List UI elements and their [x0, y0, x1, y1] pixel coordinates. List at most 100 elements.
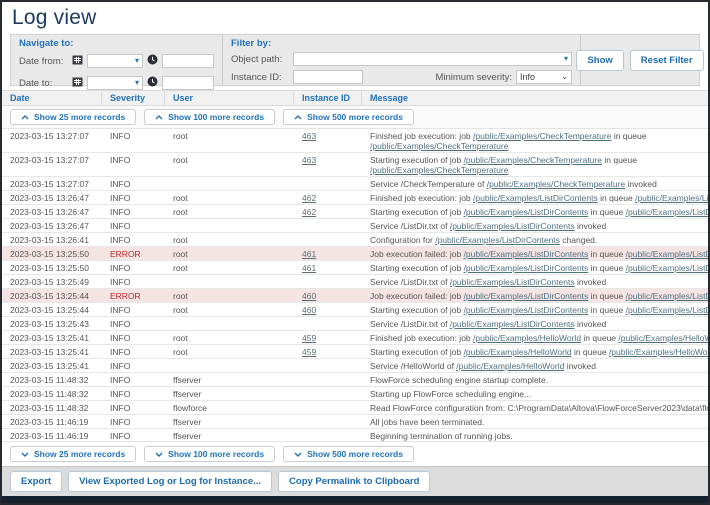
date-to-select[interactable]: ▾ — [87, 76, 144, 90]
log-instance-cell — [294, 401, 362, 414]
instance-id-link[interactable]: 461 — [302, 263, 316, 273]
object-path-link[interactable]: /public/Examples/ListDirContents — [626, 291, 708, 301]
log-user-cell: root — [165, 129, 294, 152]
show-25-more-label: Show 25 more records — [34, 112, 125, 122]
log-severity-cell: INFO — [102, 261, 165, 274]
log-user-cell: root — [165, 261, 294, 274]
reset-filter-button[interactable]: Reset Filter — [630, 50, 704, 71]
log-message-cell: Service /CheckTemperature of /public/Exa… — [362, 177, 708, 190]
date-to-time-input[interactable] — [162, 76, 214, 90]
min-severity-label: Minimum severity: — [435, 72, 512, 83]
log-severity-cell: INFO — [102, 191, 165, 204]
show-25-more-button[interactable]: Show 25 more records — [10, 109, 136, 125]
log-user-cell — [165, 359, 294, 372]
clock-icon[interactable] — [147, 52, 158, 70]
object-path-link[interactable]: /public/Examples/ListDirContents — [450, 221, 575, 231]
instance-id-link[interactable]: 462 — [302, 193, 316, 203]
log-instance-cell — [294, 233, 362, 246]
object-path-link[interactable]: /public/Examples/HelloWorld — [618, 333, 708, 343]
export-button[interactable]: Export — [10, 471, 62, 492]
copy-permalink-button[interactable]: Copy Permalink to Clipboard — [278, 471, 430, 492]
instance-id-link[interactable]: 460 — [302, 305, 316, 315]
message-text: invoked — [575, 221, 607, 231]
instance-id-link[interactable]: 462 — [302, 207, 316, 217]
object-path-link[interactable]: /public/Examples/CheckTemperature — [473, 131, 611, 141]
calendar-icon[interactable] — [72, 52, 83, 70]
column-header-date[interactable]: Date — [2, 91, 102, 105]
show-25-more-button[interactable]: Show 25 more records — [10, 446, 136, 462]
show-100-more-label: Show 100 more records — [168, 112, 264, 122]
message-text: Finished job execution: job — [370, 333, 473, 343]
log-severity-cell: INFO — [102, 387, 165, 400]
log-severity-cell: ERROR — [102, 289, 165, 302]
log-table-row: 2023-03-15 13:25:41INFOroot459Finished j… — [2, 331, 708, 345]
object-path-link[interactable]: /public/Examples/HelloWorld — [473, 333, 581, 343]
footer-toolbar: Export View Exported Log or Log for Inst… — [2, 466, 708, 496]
column-header-instance-id[interactable]: Instance ID — [294, 91, 362, 105]
object-path-input[interactable]: ▾ — [293, 52, 572, 66]
instance-id-link[interactable]: 459 — [302, 333, 316, 343]
object-path-link[interactable]: /public/Examples/ListDirContents — [435, 235, 560, 245]
instance-id-link[interactable]: 459 — [302, 347, 316, 357]
instance-id-link[interactable]: 463 — [302, 155, 316, 165]
log-severity-cell: INFO — [102, 415, 165, 428]
object-path-link[interactable]: /public/Examples/CheckTemperature — [370, 165, 508, 175]
instance-id-link[interactable]: 460 — [302, 291, 316, 301]
object-path-link[interactable]: /public/Examples/ListDirContents — [473, 193, 598, 203]
instance-id-link[interactable]: 461 — [302, 249, 316, 259]
column-header-message[interactable]: Message — [362, 91, 708, 105]
log-date-cell: 2023-03-15 11:48:32 — [2, 373, 102, 386]
log-date-cell: 2023-03-15 13:26:47 — [2, 219, 102, 232]
object-path-link[interactable]: /public/Examples/ListDirContents — [626, 207, 708, 217]
object-path-link[interactable]: /public/Examples/CheckTemperature — [370, 141, 508, 151]
column-header-user[interactable]: User — [165, 91, 294, 105]
date-from-select[interactable]: ▾ — [87, 54, 144, 68]
min-severity-select[interactable]: Info⌄ — [516, 70, 572, 84]
date-from-time-input[interactable] — [162, 54, 214, 68]
message-text: All jobs have been terminated. — [370, 417, 484, 427]
show-button[interactable]: Show — [576, 50, 623, 71]
log-date-cell: 2023-03-15 11:46:19 — [2, 415, 102, 428]
message-text: Read FlowForce configuration from: C:\Pr… — [370, 403, 708, 413]
object-path-link[interactable]: /public/Examples/ListDirContents — [464, 249, 589, 259]
log-table-row: 2023-03-15 11:46:19INFOffserverBeginning… — [2, 429, 708, 441]
show-500-more-button[interactable]: Show 500 more records — [283, 109, 414, 125]
page-title: Log view — [12, 6, 698, 30]
message-text: in queue — [588, 249, 625, 259]
object-path-link[interactable]: /public/Examples/ListDirContents — [450, 319, 575, 329]
log-severity-cell: INFO — [102, 153, 165, 176]
object-path-link[interactable]: /public/Examples/ListDirContents — [464, 207, 589, 217]
show-100-more-button[interactable]: Show 100 more records — [144, 446, 275, 462]
message-text: Service /ListDir.txt of — [370, 277, 450, 287]
object-path-link[interactable]: /public/Examples/HelloWorld — [464, 347, 572, 357]
bottom-status-strip — [2, 496, 708, 503]
log-message-cell: Configuration for /public/Examples/ListD… — [362, 233, 708, 246]
object-path-link[interactable]: /public/Examples/ListDirContents — [626, 305, 708, 315]
date-from-label: Date from: — [19, 56, 68, 67]
object-path-link[interactable]: /public/Examples/ListDirContents — [450, 277, 575, 287]
message-text: Service /HelloWorld of — [370, 361, 456, 371]
object-path-link[interactable]: /public/Examples/ListDirContents — [464, 263, 589, 273]
log-date-cell: 2023-03-15 11:48:32 — [2, 387, 102, 400]
object-path-link[interactable]: /public/Examples/ListDirContents — [464, 305, 589, 315]
object-path-link[interactable]: /public/Examples/CheckTemperature — [464, 155, 602, 165]
object-path-link[interactable]: /public/Examples/ListDirContents — [626, 249, 708, 259]
log-table-row: 2023-03-15 11:48:32INFOffserverFlowForce… — [2, 373, 708, 387]
instance-id-input[interactable] — [293, 70, 363, 84]
object-path-link[interactable]: /public/Examples/CheckTemperature — [487, 179, 625, 189]
instance-id-link[interactable]: 463 — [302, 131, 316, 141]
column-header-severity[interactable]: Severity — [102, 91, 165, 105]
object-path-link[interactable]: /public/Examples/HelloWorld — [456, 361, 564, 371]
show-100-more-button[interactable]: Show 100 more records — [144, 109, 275, 125]
show-500-more-button[interactable]: Show 500 more records — [283, 446, 414, 462]
view-exported-log-button[interactable]: View Exported Log or Log for Instance... — [68, 471, 272, 492]
object-path-link[interactable]: /public/Examples/HelloWorld — [609, 347, 708, 357]
object-path-link[interactable]: /public/Examples/ListDirContents — [626, 263, 708, 273]
log-table-row: 2023-03-15 13:26:47INFOroot462Finished j… — [2, 191, 708, 205]
object-path-link[interactable]: /public/Examples/ListDirContents — [464, 291, 589, 301]
log-date-cell: 2023-03-15 13:27:07 — [2, 177, 102, 190]
log-table-row: 2023-03-15 13:26:47INFOService /ListDir.… — [2, 219, 708, 233]
log-table-row: 2023-03-15 13:25:44ERRORroot460Job execu… — [2, 289, 708, 303]
instance-id-label: Instance ID: — [231, 72, 289, 83]
object-path-link[interactable]: /public/Examples/ListDirContents — [635, 193, 708, 203]
